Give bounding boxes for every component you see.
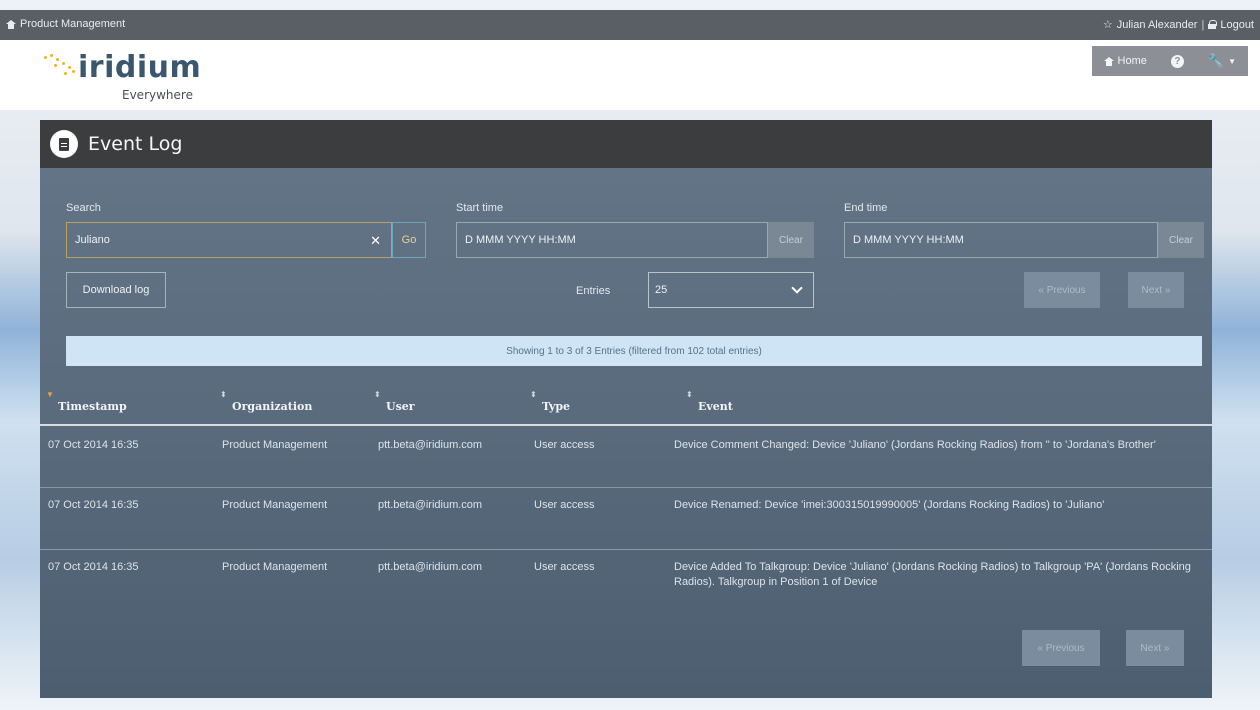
sort-icon[interactable]: ⬍ xyxy=(374,390,381,399)
panel-header: Event Log xyxy=(40,120,1212,168)
cell-event: Device Added To Talkgroup: Device 'Julia… xyxy=(674,561,1191,588)
end-time-label: End time xyxy=(844,202,888,214)
cell-organization: Product Management xyxy=(222,561,328,573)
cell-user: ptt.beta@iridium.com xyxy=(378,439,483,451)
start-time-input[interactable]: D MMM YYYY HH:MM xyxy=(456,222,768,258)
search-value: Juliano xyxy=(75,234,110,246)
breadcrumb-label[interactable]: Product Management xyxy=(20,18,125,30)
brand-name: iridium xyxy=(78,50,202,85)
cell-user: ptt.beta@iridium.com xyxy=(378,561,483,573)
logout-link[interactable]: Logout xyxy=(1220,19,1254,31)
download-log-button[interactable]: Download log xyxy=(66,272,166,308)
breadcrumb[interactable]: Product Management xyxy=(6,18,125,30)
document-icon xyxy=(50,130,78,158)
cell-type: User access xyxy=(534,439,595,451)
cell-timestamp: 07 Oct 2014 16:35 xyxy=(48,439,139,451)
help-button[interactable]: ? xyxy=(1159,46,1196,76)
search-label: Search xyxy=(66,202,101,214)
table-row[interactable]: 07 Oct 2014 16:35 Product Management ptt… xyxy=(40,428,1212,488)
entries-info: Showing 1 to 3 of 3 Entries (filtered fr… xyxy=(66,336,1202,366)
cell-organization: Product Management xyxy=(222,499,328,511)
previous-button-top[interactable]: « Previous xyxy=(1024,272,1100,308)
sort-icon[interactable]: ▼ xyxy=(46,390,54,399)
start-time-label: Start time xyxy=(456,202,504,214)
go-button[interactable]: Go xyxy=(392,222,426,258)
table-header: ▼ Timestamp ⬍ Organization ⬍ User ⬍ Type… xyxy=(40,390,1212,426)
home-button[interactable]: Home xyxy=(1092,46,1159,76)
brand-tagline: Everywhere xyxy=(122,88,193,102)
col-user[interactable]: User xyxy=(386,400,415,413)
next-button-top[interactable]: Next » xyxy=(1128,272,1184,308)
start-time-placeholder: D MMM YYYY HH:MM xyxy=(465,234,576,246)
event-log-panel: Search Juliano ✕ Go Start time D MMM YYY… xyxy=(40,168,1212,698)
table-row[interactable]: 07 Oct 2014 16:35 Product Management ptt… xyxy=(40,550,1212,614)
cell-organization: Product Management xyxy=(222,439,328,451)
cell-event: Device Comment Changed: Device 'Juliano'… xyxy=(674,439,1156,451)
cell-user: ptt.beta@iridium.com xyxy=(378,499,483,511)
next-button-bottom[interactable]: Next » xyxy=(1126,630,1184,666)
home-icon xyxy=(1103,56,1114,66)
page-title: Event Log xyxy=(88,133,183,155)
col-type[interactable]: Type xyxy=(542,400,570,413)
logo-dots-icon xyxy=(42,52,82,78)
start-clear-button[interactable]: Clear xyxy=(768,222,814,258)
cell-type: User access xyxy=(534,561,595,573)
col-event[interactable]: Event xyxy=(698,400,733,413)
sort-icon[interactable]: ⬍ xyxy=(530,390,537,399)
lock-icon xyxy=(1208,20,1218,29)
cell-event: Device Renamed: Device 'imei:30031501999… xyxy=(674,499,1105,511)
entries-label: Entries xyxy=(576,285,611,297)
entries-select[interactable]: 25 xyxy=(648,272,814,308)
entries-value: 25 xyxy=(655,284,668,296)
previous-button-bottom[interactable]: « Previous xyxy=(1022,630,1100,666)
col-organization[interactable]: Organization xyxy=(232,400,312,413)
cell-timestamp: 07 Oct 2014 16:35 xyxy=(48,561,139,573)
home-label: Home xyxy=(1117,55,1147,67)
end-clear-button[interactable]: Clear xyxy=(1158,222,1204,258)
header-nav: Home ? 🔧 ▼ xyxy=(1091,46,1248,76)
settings-button[interactable]: 🔧 ▼ xyxy=(1196,46,1248,76)
clear-search-icon[interactable]: ✕ xyxy=(370,233,381,249)
home-icon xyxy=(6,19,16,29)
cell-timestamp: 07 Oct 2014 16:35 xyxy=(48,499,139,511)
help-icon: ? xyxy=(1170,54,1184,68)
search-input[interactable]: Juliano ✕ xyxy=(66,222,392,258)
top-bar: Product Management ☆ Julian Alexander | … xyxy=(0,10,1260,40)
col-timestamp[interactable]: Timestamp xyxy=(58,400,127,413)
caret-down-icon: ▼ xyxy=(1228,56,1236,66)
sort-icon[interactable]: ⬍ xyxy=(686,390,693,399)
table-row[interactable]: 07 Oct 2014 16:35 Product Management ptt… xyxy=(40,488,1212,550)
star-icon: ☆ xyxy=(1102,19,1113,31)
cell-type: User access xyxy=(534,499,595,511)
end-time-placeholder: D MMM YYYY HH:MM xyxy=(853,234,964,246)
header: iridium Everywhere Home ? 🔧 ▼ xyxy=(0,40,1260,110)
user-menu: ☆ Julian Alexander | Logout xyxy=(1102,18,1254,32)
end-time-input[interactable]: D MMM YYYY HH:MM xyxy=(844,222,1158,258)
wrench-icon: 🔧 xyxy=(1207,53,1225,68)
iridium-logo[interactable]: iridium Everywhere xyxy=(42,50,242,106)
chevron-down-icon xyxy=(791,282,803,294)
user-name[interactable]: Julian Alexander xyxy=(1117,19,1198,31)
sort-icon[interactable]: ⬍ xyxy=(220,390,227,399)
separator: | xyxy=(1201,18,1205,31)
